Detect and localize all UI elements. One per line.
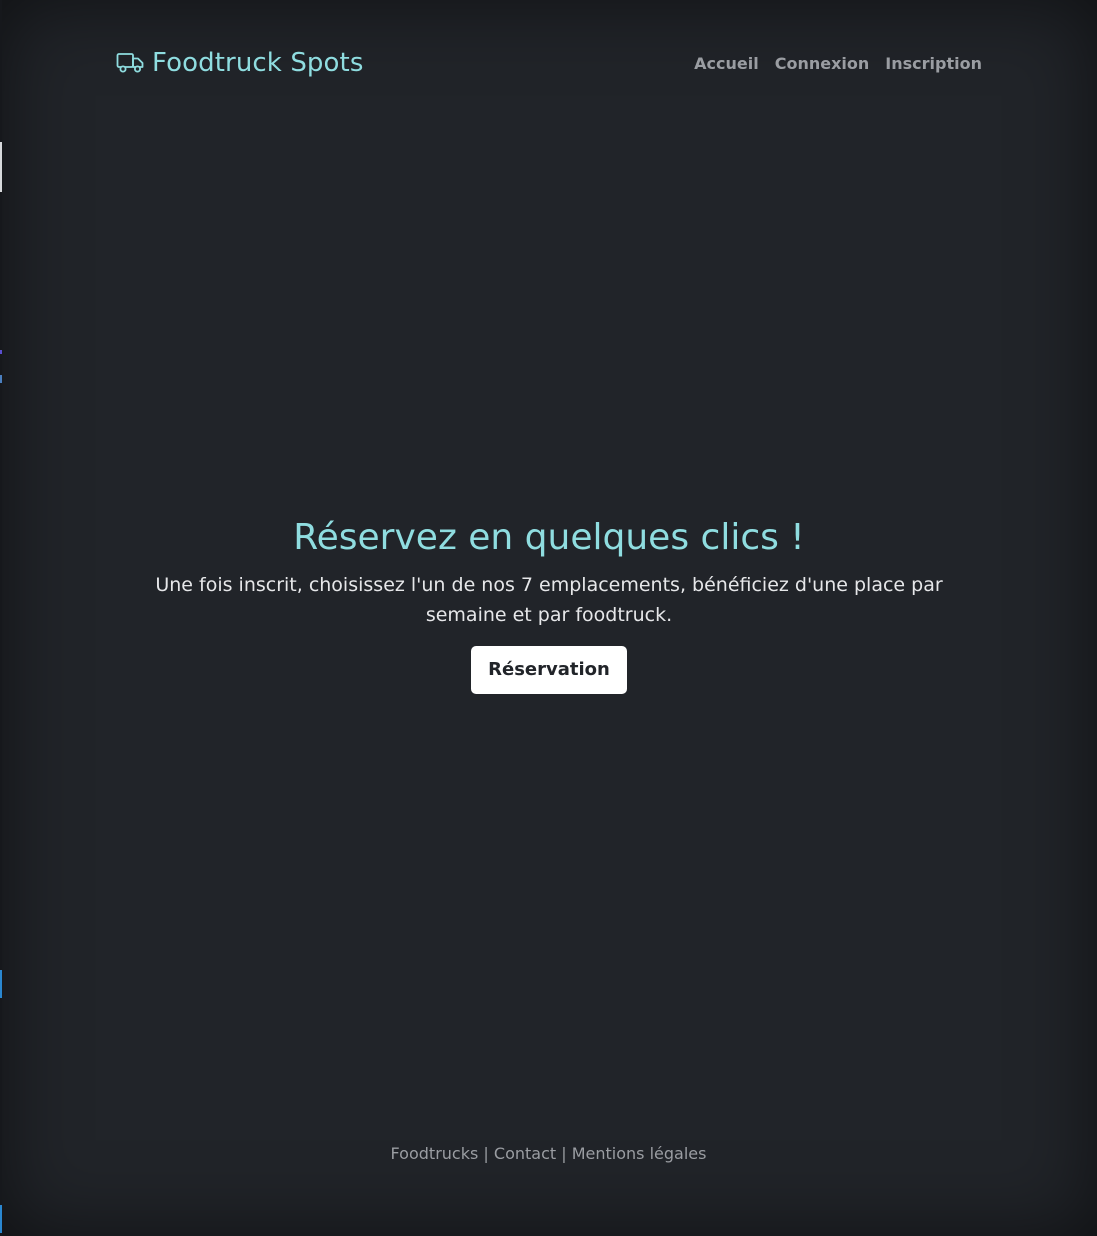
hero-title: Réservez en quelques clics !	[293, 517, 805, 558]
footer-link-foodtrucks[interactable]: Foodtrucks	[391, 1144, 479, 1163]
site-footer: Foodtrucks | Contact | Mentions légales	[0, 1142, 1097, 1166]
edge-mark	[0, 375, 2, 383]
hero-section: Réservez en quelques clics ! Une fois in…	[116, 512, 982, 694]
edge-mark	[0, 970, 2, 998]
footer-link-mentions-legales[interactable]: Mentions légales	[572, 1144, 707, 1163]
nav-link-connexion[interactable]: Connexion	[775, 54, 870, 73]
footer-link-contact[interactable]: Contact	[494, 1144, 556, 1163]
footer-separator: |	[561, 1144, 567, 1163]
site-header: Foodtruck Spots Accueil Connexion Inscri…	[116, 40, 982, 86]
reservation-button[interactable]: Réservation	[471, 646, 627, 694]
left-edge-strip	[0, 0, 2, 1236]
edge-mark	[0, 1205, 2, 1233]
brand-name: Foodtruck Spots	[152, 48, 364, 78]
page: Foodtruck Spots Accueil Connexion Inscri…	[0, 0, 1097, 1236]
truck-icon	[116, 52, 144, 74]
edge-mark	[0, 142, 2, 192]
hero-description: Une fois inscrit, choisissez l'un de nos…	[155, 574, 943, 626]
edge-mark	[0, 350, 2, 354]
nav-link-inscription[interactable]: Inscription	[885, 54, 982, 73]
brand-link[interactable]: Foodtruck Spots	[116, 48, 363, 78]
main-nav: Accueil Connexion Inscription	[694, 54, 982, 73]
footer-separator: |	[483, 1144, 489, 1163]
nav-link-accueil[interactable]: Accueil	[694, 54, 759, 73]
